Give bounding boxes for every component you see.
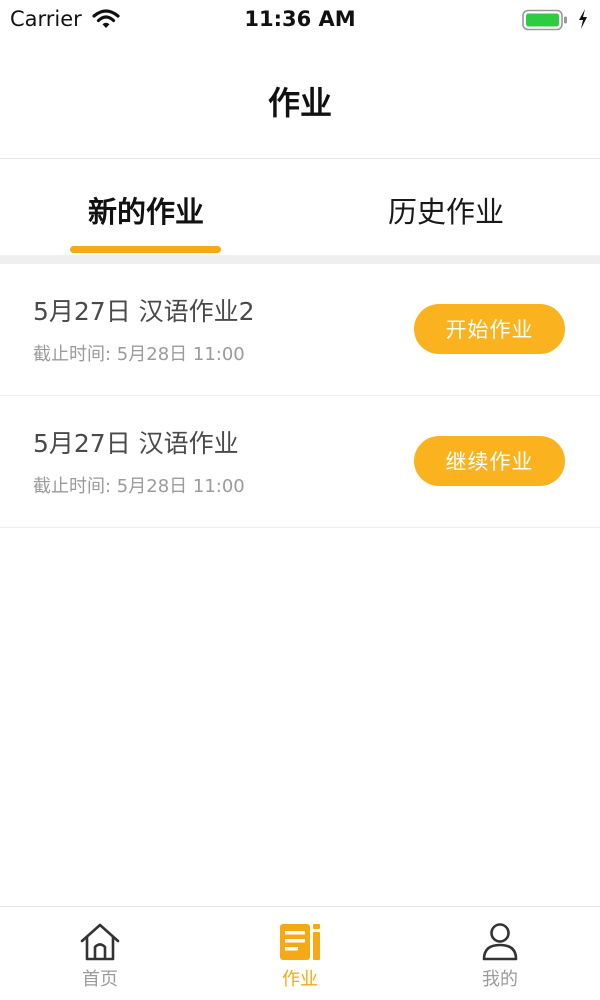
tab-history-homework[interactable]: 历史作业: [296, 189, 596, 231]
status-time: 11:36 AM: [244, 7, 356, 31]
tab-new-homework[interactable]: 新的作业: [0, 189, 292, 231]
tabbar-item-mine[interactable]: 我的: [400, 907, 600, 1000]
tabbar-item-homework[interactable]: 作业: [200, 907, 400, 1000]
bottom-tab-bar: 首页 作业 我的: [0, 906, 600, 1000]
assignment-deadline: 截止时间: 5月28日 11:00: [33, 344, 245, 365]
home-icon: [80, 923, 120, 961]
section-divider: [0, 255, 600, 264]
continue-homework-button[interactable]: 继续作业: [414, 436, 565, 486]
start-homework-button[interactable]: 开始作业: [414, 304, 565, 354]
list-item: 5月27日 汉语作业 截止时间: 5月28日 11:00 继续作业: [0, 396, 600, 528]
assignment-title: 5月27日 汉语作业: [33, 429, 239, 458]
tabbar-label-home: 首页: [82, 969, 118, 990]
assignment-title: 5月27日 汉语作业2: [33, 297, 255, 326]
user-icon: [482, 923, 518, 961]
homework-screen: Carrier 11:36 AM 作业 新的作业 历史作业 5月27日 汉语作业…: [0, 0, 600, 1000]
assignment-list: 5月27日 汉语作业2 截止时间: 5月28日 11:00 开始作业 5月27日…: [0, 264, 600, 528]
nav-bar: 作业: [0, 40, 600, 159]
tabbar-label-homework: 作业: [282, 969, 318, 990]
charging-icon: [579, 9, 587, 29]
status-bar: Carrier 11:36 AM: [0, 0, 600, 40]
battery-icon: [522, 9, 567, 31]
tabbar-item-home[interactable]: 首页: [0, 907, 200, 1000]
assignment-deadline: 截止时间: 5月28日 11:00: [33, 476, 245, 497]
tabbar-label-mine: 我的: [482, 969, 518, 990]
segment-tabs: 新的作业 历史作业: [0, 159, 600, 255]
active-tab-indicator: [70, 246, 221, 253]
list-item: 5月27日 汉语作业2 截止时间: 5月28日 11:00 开始作业: [0, 264, 600, 396]
homework-icon: [280, 924, 320, 960]
page-title: 作业: [267, 84, 332, 122]
